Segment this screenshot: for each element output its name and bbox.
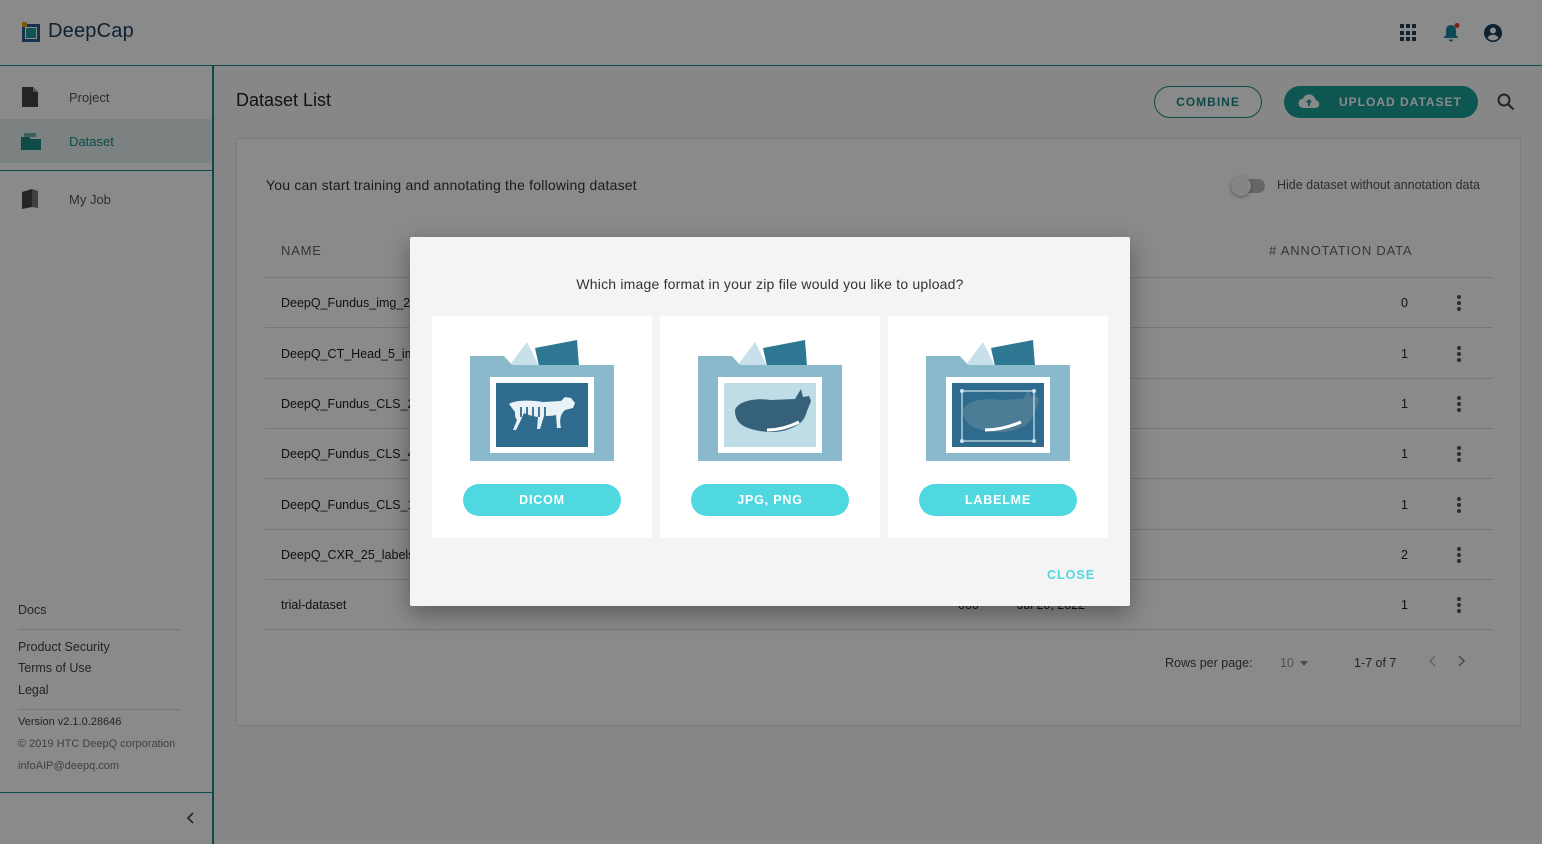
image-folder-icon — [698, 340, 842, 461]
dicom-button[interactable]: DICOM — [463, 484, 621, 516]
dialog-question: Which image format in your zip file woul… — [576, 276, 964, 292]
format-option-labelme[interactable]: LABELME — [888, 316, 1108, 538]
labelme-button[interactable]: LABELME — [919, 484, 1077, 516]
upload-format-dialog: Which image format in your zip file woul… — [410, 237, 1130, 606]
labelme-folder-icon — [926, 340, 1070, 461]
format-option-jpg-png[interactable]: JPG, PNG — [660, 316, 880, 538]
jpg-png-button[interactable]: JPG, PNG — [691, 484, 849, 516]
close-button[interactable]: CLOSE — [1047, 568, 1095, 582]
format-option-dicom[interactable]: DICOM — [432, 316, 652, 538]
dicom-folder-icon — [470, 340, 614, 461]
